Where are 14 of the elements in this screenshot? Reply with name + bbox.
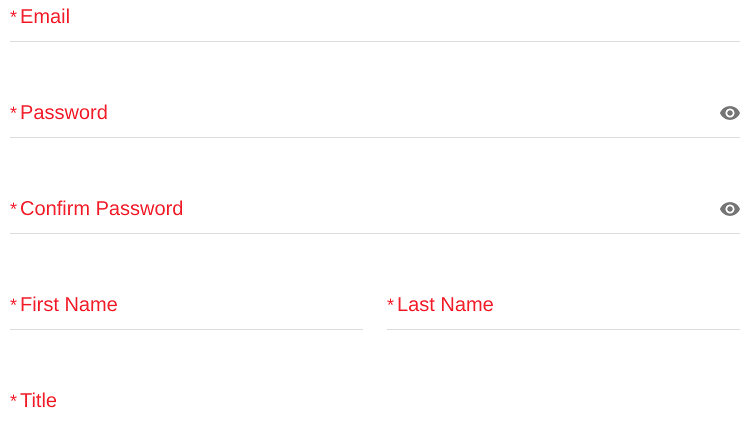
input-field[interactable]: *First Name [10,288,363,330]
eye-icon[interactable] [720,202,740,216]
field-label: *Title [10,390,58,412]
field-label: *Email [10,6,70,28]
input-field[interactable]: *Password [10,96,740,138]
eye-icon[interactable] [720,106,740,120]
input-field[interactable]: *Last Name [387,288,740,330]
input-field[interactable]: *Email [10,0,740,42]
input-field[interactable]: *Title [10,384,740,425]
field-label: *First Name [10,294,118,316]
field-label: *Confirm Password [10,198,184,220]
field-label: *Password [10,102,108,124]
input-field[interactable]: *Confirm Password [10,192,740,234]
field-label: *Last Name [387,294,494,316]
